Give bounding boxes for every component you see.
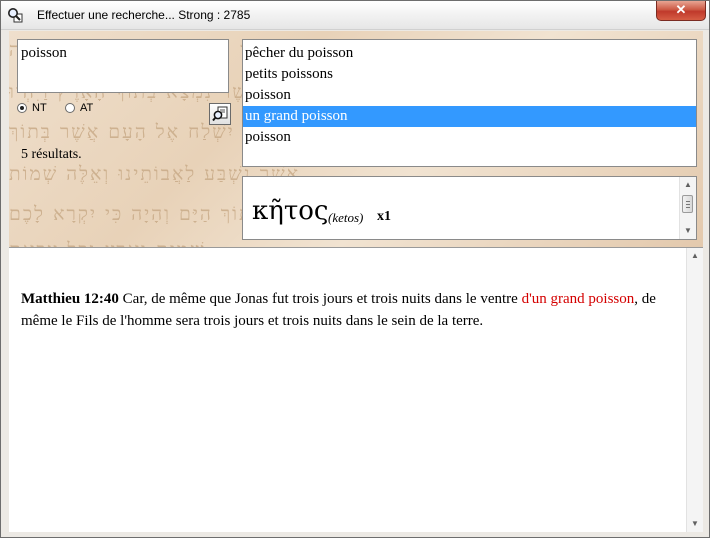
verse-scrollbar[interactable]: ▲ ▼: [686, 248, 703, 532]
search-window: Effectuer une recherche... Strong : 2785…: [0, 0, 710, 538]
search-button[interactable]: [209, 103, 231, 125]
radio-nt[interactable]: NT: [17, 102, 47, 114]
close-button[interactable]: ✕: [656, 1, 706, 21]
window-title: Effectuer une recherche... Strong : 2785: [37, 8, 251, 22]
client-area: וּמִיַּד וַיִּתֵּן לָהֶם אֶת חַיָּה לֶחֶ…: [9, 31, 703, 532]
radio-at-label: AT: [80, 102, 94, 114]
strong-definition-panel: κῆτος (ketos) x1 ▲ ▼: [242, 176, 697, 240]
result-item-selected[interactable]: un grand poisson: [243, 106, 696, 127]
results-list[interactable]: pêcher du poisson petits poissons poisso…: [242, 39, 697, 167]
verse-reference[interactable]: Matthieu 12:40: [21, 291, 119, 307]
strong-scrollbar[interactable]: ▲ ▼: [679, 177, 696, 239]
occurrence-count: x1: [377, 209, 391, 224]
scroll-up-arrow-icon[interactable]: ▲: [680, 177, 696, 193]
search-input[interactable]: poisson: [17, 39, 229, 93]
greek-word: κῆτος: [252, 196, 329, 226]
result-item[interactable]: poisson: [243, 127, 696, 148]
title-bar[interactable]: Effectuer une recherche... Strong : 2785…: [1, 1, 709, 30]
radio-nt-indicator[interactable]: [17, 103, 27, 113]
result-item[interactable]: pêcher du poisson: [243, 43, 696, 64]
scroll-down-arrow-icon[interactable]: ▼: [687, 516, 703, 532]
scroll-up-arrow-icon[interactable]: ▲: [687, 248, 703, 264]
verse-text-before: Car, de même que Jonas fut trois jours e…: [118, 291, 522, 307]
verse-highlight: d'un grand poisson: [521, 291, 635, 307]
verse-panel: Matthieu 12:40 Car, de même que Jonas fu…: [9, 247, 703, 532]
transliteration: (ketos): [328, 210, 364, 225]
radio-at-indicator[interactable]: [65, 103, 75, 113]
scroll-down-arrow-icon[interactable]: ▼: [680, 223, 696, 239]
app-search-icon: [7, 7, 23, 23]
scrollbar-thumb[interactable]: [682, 195, 693, 213]
result-item[interactable]: poisson: [243, 85, 696, 106]
radio-at[interactable]: AT: [65, 102, 93, 114]
verse-text: Matthieu 12:40 Car, de même que Jonas fu…: [21, 288, 671, 332]
radio-nt-label: NT: [32, 102, 47, 114]
result-item[interactable]: petits poissons: [243, 64, 696, 85]
results-count: 5 résultats.: [21, 147, 82, 162]
